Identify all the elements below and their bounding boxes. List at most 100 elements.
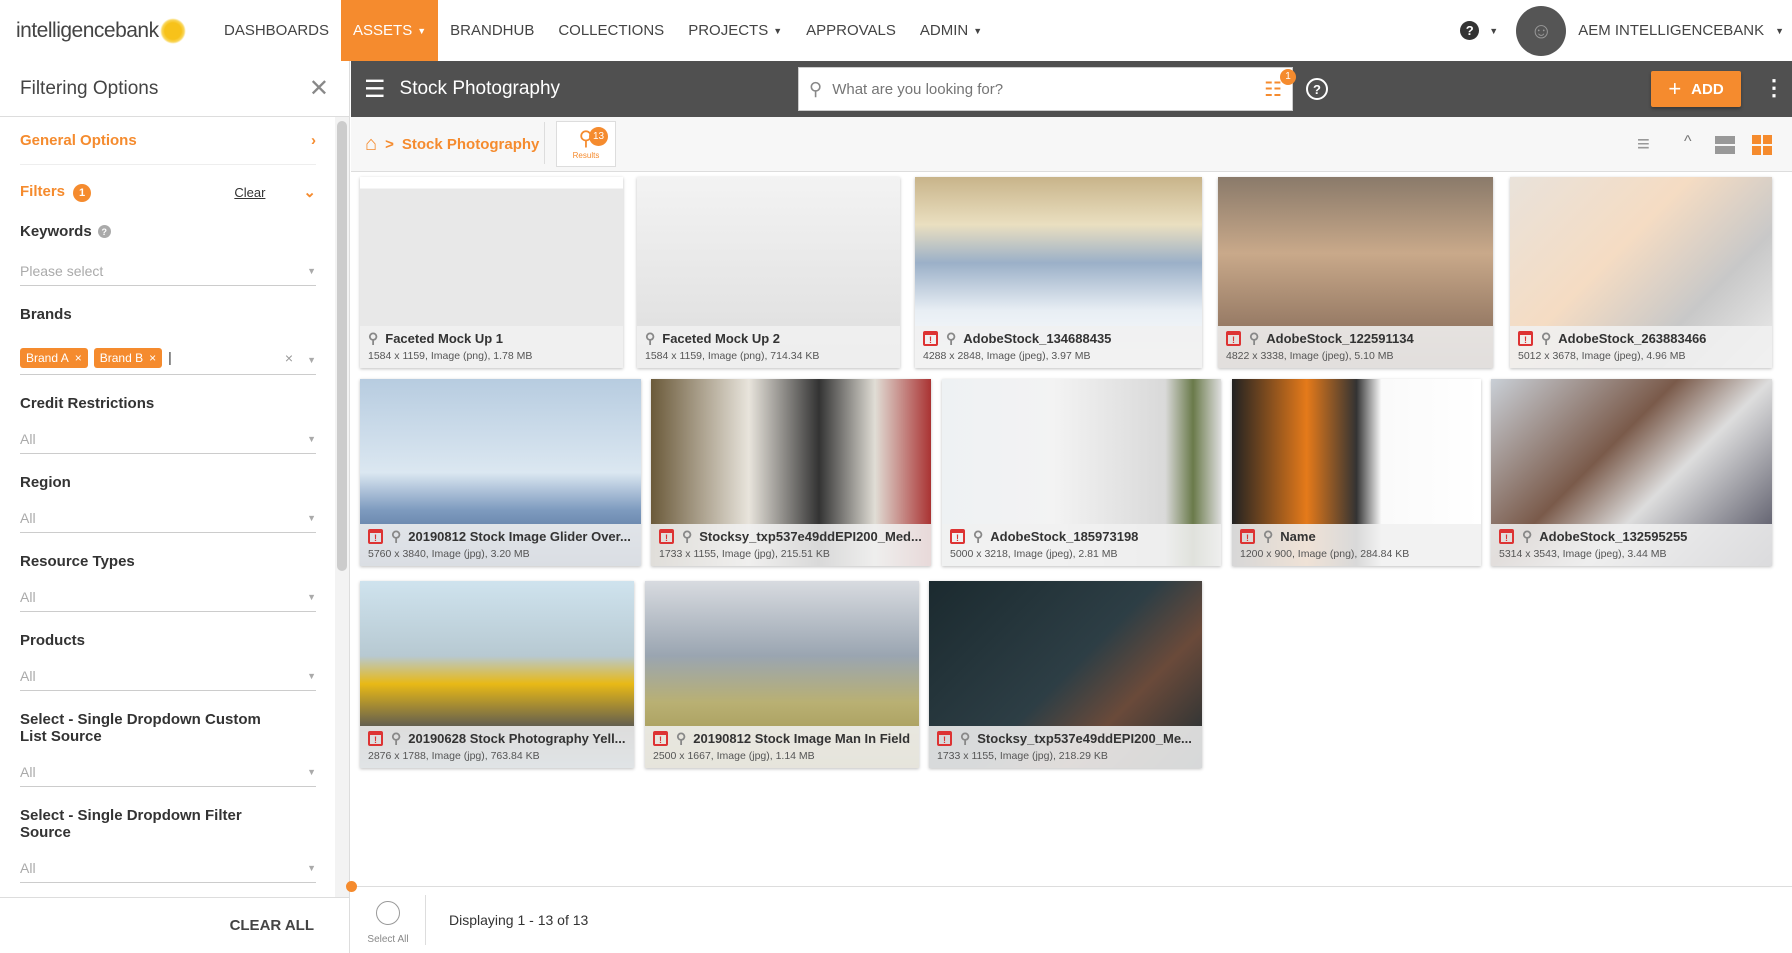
nav-approvals[interactable]: APPROVALS [794,0,908,61]
chevron-right-icon: › [311,132,316,149]
preview-icon[interactable]: ⚲ [391,528,401,545]
nav-assets[interactable]: ASSETS ▼ [341,0,439,61]
nav-collections[interactable]: COLLECTIONS [546,0,676,61]
general-options-toggle[interactable]: General Options › [20,117,316,165]
asset-name[interactable]: Stocksy_txp537e49ddEPI200_Med... [699,529,922,544]
asset-name[interactable]: 20190628 Stock Photography Yell... [408,731,625,746]
chevron-down-icon: ▼ [973,25,983,36]
chevron-down-icon: ▼ [307,512,316,523]
help-icon[interactable]: ? [1460,21,1480,40]
asset-name[interactable]: AdobeStock_122591134 [1266,331,1413,346]
preview-icon[interactable]: ⚲ [676,730,686,747]
asset-card[interactable]: ! ⚲ AdobeStock_185973198 5000 x 3218, Image… [942,379,1221,566]
asset-name[interactable]: AdobeStock_263883466 [1558,331,1706,346]
asset-card[interactable]: ! ⚲ Stocksy_txp537e49ddEPI200_Me... 1733 x … [929,581,1202,768]
filter-select[interactable]: All ▼ [20,503,316,533]
clear-filters-link[interactable]: Clear [234,185,265,200]
brand-chip[interactable]: Brand B × [93,347,163,368]
select-value: All [20,667,36,684]
asset-card[interactable]: ! ⚲ 20190812 Stock Image Glider Over... 576… [360,379,641,566]
filter-sliders-icon[interactable]: ☷ 1 [1264,68,1297,102]
asset-meta: 1584 x 1159, Image (png), 1.78 MB [368,350,533,362]
asset-card[interactable]: ⚲ Faceted Mock Up 1 1584 x 1159, Image (pn… [360,177,623,368]
close-icon[interactable]: ✕ [309,74,329,103]
chevron-down-icon[interactable]: ⌄ [303,183,316,201]
more-options-icon[interactable]: ⋮ [1763,75,1785,101]
search-input[interactable] [832,80,1265,98]
filter-select[interactable]: All ▼ [20,582,316,612]
preview-icon[interactable]: ⚲ [960,730,970,747]
clear-icon[interactable]: × [285,350,293,366]
select-value: All [20,588,36,605]
preview-icon[interactable]: ⚲ [682,528,692,545]
asset-meta: 5012 x 3678, Image (jpeg), 4.96 MB [1518,350,1686,362]
asset-name[interactable]: Faceted Mock Up 1 [385,331,503,346]
collapse-icon[interactable]: ^ [1684,133,1692,151]
filter-sidebar: Filtering Options ✕ General Options › Filt… [0,61,350,953]
preview-icon[interactable]: ⚲ [391,730,401,747]
asset-card[interactable]: ! ⚲ 20190628 Stock Photography Yell... 2876… [360,581,634,768]
preview-icon[interactable]: ⚲ [368,330,378,347]
asset-name[interactable]: 20190812 Stock Image Man In Field [693,731,910,746]
grid-view-icon[interactable] [1752,135,1772,155]
menu-icon[interactable]: ☰ [364,75,386,104]
nav-admin[interactable]: ADMIN ▼ [908,0,994,61]
asset-card[interactable]: ! ⚲ AdobeStock_132595255 5314 x 3543, Image… [1491,379,1772,566]
asset-name[interactable]: Faceted Mock Up 2 [662,331,780,346]
asset-name[interactable]: AdobeStock_134688435 [963,331,1111,346]
filter-field: Credit Restrictions All ▼ [20,395,316,454]
preview-icon[interactable]: ⚲ [973,528,983,545]
preview-icon[interactable]: ⚲ [1522,528,1532,545]
preview-icon[interactable]: ⚲ [1541,330,1551,347]
asset-card[interactable]: ⚲ Faceted Mock Up 2 1584 x 1159, Image (pn… [637,177,900,368]
asset-card[interactable]: ! ⚲ AdobeStock_122591134 4822 x 3338, Image… [1218,177,1493,368]
add-button[interactable]: + ADD [1651,71,1741,107]
user-menu[interactable]: AEM INTELLIGENCEBANK [1578,22,1764,39]
preview-icon[interactable]: ⚲ [1263,528,1273,545]
asset-name[interactable]: Name [1280,529,1315,544]
asset-name[interactable]: AdobeStock_185973198 [990,529,1138,544]
asset-meta: 1584 x 1159, Image (png), 714.34 KB [645,350,820,362]
nav-label: ASSETS [353,22,413,39]
nav-projects[interactable]: PROJECTS ▼ [676,0,794,61]
breadcrumb-current[interactable]: Stock Photography [402,136,540,153]
clear-all-button[interactable]: CLEAR ALL [230,917,314,934]
scrollbar-thumb[interactable] [337,121,347,571]
progress-dot [346,881,357,892]
remove-chip-icon[interactable]: × [75,351,82,365]
filter-select[interactable]: All ▼ [20,757,316,787]
select-value: All [20,430,36,447]
preview-icon[interactable]: ⚲ [946,330,956,347]
search-box: ⚲ ☷1 [798,67,1297,111]
asset-card[interactable]: ! ⚲ AdobeStock_263883466 5012 x 3678, Image… [1510,177,1772,368]
chevron-down-icon[interactable]: ▼ [1489,26,1498,36]
asset-name[interactable]: AdobeStock_132595255 [1539,529,1687,544]
filter-select[interactable]: All ▼ [20,661,316,691]
home-icon[interactable]: ⌂ [365,133,377,156]
nav-dashboards[interactable]: DASHBOARDS [212,0,341,61]
preview-icon[interactable]: ⚲ [1249,330,1259,347]
filter-select[interactable]: All ▼ [20,424,316,454]
brands-select[interactable]: Brand A × Brand B × | × ▼ [20,341,316,375]
nav-brandhub[interactable]: BRANDHUB [438,0,546,61]
remove-chip-icon[interactable]: × [149,351,156,365]
asset-card[interactable]: ! ⚲ 20190812 Stock Image Man In Field 2500 … [645,581,919,768]
logo[interactable]: intelligencebank [16,17,212,44]
chevron-down-icon[interactable]: ▼ [1775,26,1784,36]
asset-meta: 4822 x 3338, Image (jpeg), 5.10 MB [1226,350,1394,362]
filter-select[interactable]: All ▼ [20,853,316,883]
select-all-checkbox[interactable]: Select All [351,895,426,945]
asset-card[interactable]: ! ⚲ Stocksy_txp537e49ddEPI200_Med... 1733 x… [651,379,931,566]
asset-card[interactable]: ! ⚲ AdobeStock_134688435 4288 x 2848, Image… [915,177,1202,368]
list-view-icon[interactable] [1715,136,1735,154]
preview-icon[interactable]: ⚲ [645,330,655,347]
asset-name[interactable]: 20190812 Stock Image Glider Over... [408,529,631,544]
results-button[interactable]: ⚲ 13 Results [556,121,616,167]
bulk-edit-icon[interactable]: ≡ [1637,131,1650,157]
avatar[interactable]: ☺ [1516,5,1567,56]
filter-select[interactable]: Please select ▼ [20,256,316,286]
search-help-icon[interactable]: ? [1306,78,1328,100]
asset-name[interactable]: Stocksy_txp537e49ddEPI200_Me... [977,731,1192,746]
brand-chip[interactable]: Brand A × [20,347,88,368]
asset-card[interactable]: ! ⚲ Name 1200 x 900, Image (png), 284.84 KB [1232,379,1481,566]
